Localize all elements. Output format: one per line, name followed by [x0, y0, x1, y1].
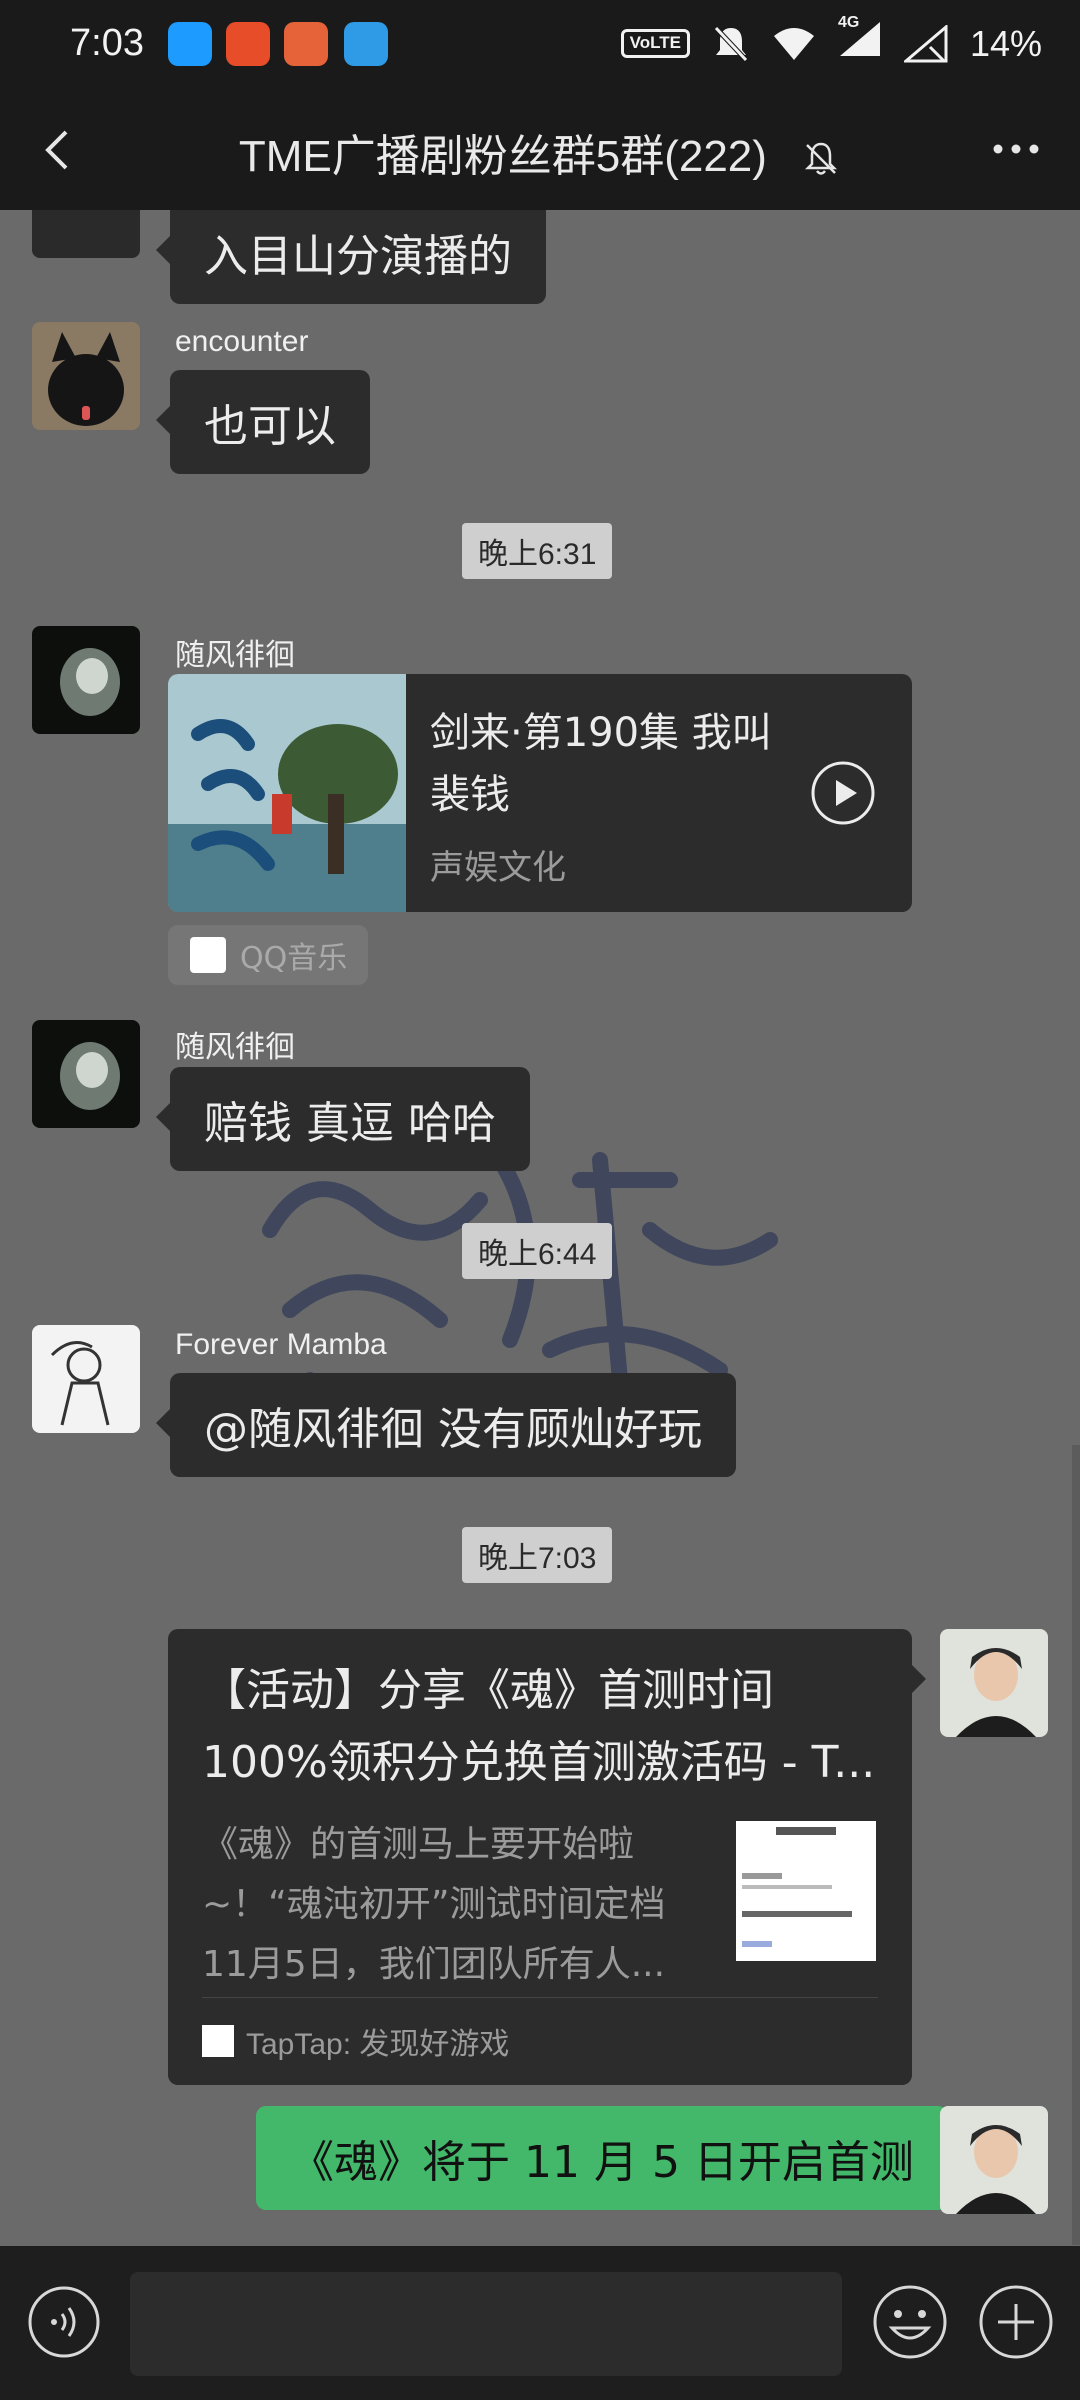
sender-name: encounter: [175, 325, 309, 358]
album-cover-image: [168, 674, 406, 912]
qq-app-icon: [168, 22, 212, 66]
qq-music-icon: [190, 937, 226, 973]
scrollbar[interactable]: [1072, 1445, 1080, 2245]
music-artist: 声娱文化: [430, 848, 566, 888]
play-icon[interactable]: [810, 760, 876, 826]
message-bubble[interactable]: 入目山分演播的: [156, 210, 546, 304]
sender-name: Forever Mamba: [175, 1328, 387, 1361]
signal-off-icon: [903, 24, 948, 62]
avatar-image: [32, 1020, 140, 1128]
avatar-suifeng[interactable]: [32, 626, 140, 734]
input-bar: [0, 2246, 1080, 2400]
emoji-icon[interactable]: [870, 2282, 950, 2362]
avatar-image: [940, 2106, 1048, 2214]
avatar-encounter-top[interactable]: [32, 210, 140, 258]
taptap-icon: [202, 2025, 234, 2057]
link-source: TapTap: 发现好游戏: [202, 2019, 509, 2063]
battery-level: 14%: [969, 22, 1042, 64]
chat-header: TME广播剧粉丝群5群(222): [0, 90, 1080, 210]
message-bubble-self[interactable]: 《魂》将于 11 月 5 日开启首测: [256, 2106, 962, 2210]
bell-off-icon: [805, 143, 838, 176]
message-input[interactable]: [130, 2272, 842, 2376]
message-text: @随风徘徊 没有顾灿好玩: [204, 1404, 702, 1455]
group-name: TME广播剧粉丝群5群(222): [238, 132, 767, 181]
message-list[interactable]: 入目山分演播的 encounter 也可以 晚上6:31 随风徘徊 剑来·第19…: [0, 210, 1080, 2246]
timestamp: 晚上6:44: [462, 1223, 613, 1279]
shared-link-card[interactable]: 【活动】分享《魂》首测时间100%领积分兑换首测激活码 - T... 《魂》的首…: [168, 1629, 926, 2085]
avatar-self[interactable]: [940, 2106, 1048, 2214]
game-app-icon: [284, 22, 328, 66]
music-title: 剑来·第190集 我叫裴钱: [430, 710, 772, 818]
avatar-forever-mamba[interactable]: [32, 1325, 140, 1433]
wifi-icon: [773, 27, 814, 60]
status-time: 7:03: [70, 22, 144, 64]
message-bubble[interactable]: @随风徘徊 没有顾灿好玩: [156, 1373, 736, 1477]
link-title: 【活动】分享《魂》首测时间100%领积分兑换首测激活码 - T...: [202, 1665, 876, 1788]
more-icon[interactable]: [986, 124, 1046, 174]
sender-name: 随风徘徊: [175, 1031, 295, 1064]
chat-title: TME广播剧粉丝群5群(222): [0, 120, 1080, 184]
network-type: 4G: [838, 14, 882, 67]
status-bar: 7:03 VoLTE 4G 14%: [0, 0, 1080, 90]
volte-badge: VoLTE: [620, 29, 690, 58]
message-bubble[interactable]: 也可以: [156, 370, 370, 474]
avatar-image: [32, 1325, 140, 1433]
avatar-self[interactable]: [940, 1629, 1048, 1737]
cat-avatar-image: [32, 322, 140, 430]
link-thumbnail-image: [736, 1821, 876, 1961]
message-text: 也可以: [204, 401, 336, 452]
message-text: 赔钱 真逗 哈哈: [204, 1098, 496, 1149]
avatar-image: [940, 1629, 1048, 1737]
timestamp: 晚上6:31: [462, 523, 613, 579]
status-indicators: VoLTE 4G 14%: [620, 14, 1042, 67]
source-label: QQ音乐: [240, 941, 348, 976]
divider: [202, 1997, 878, 1998]
link-description: 《魂》的首测马上要开始啦~！“魂沌初开”测试时间定档11月5日，我们团队所有人.…: [202, 1824, 666, 1985]
sender-name: 随风徘徊: [175, 639, 295, 672]
avatar-suifeng[interactable]: [32, 1020, 140, 1128]
voice-icon[interactable]: [26, 2284, 102, 2360]
message-bubble[interactable]: 赔钱 真逗 哈哈: [156, 1067, 530, 1171]
bell-muted-icon: [714, 25, 748, 62]
source-tag: QQ音乐: [168, 925, 368, 985]
message-text: 《魂》将于 11 月 5 日开启首测: [290, 2137, 914, 2188]
avatar-image: [32, 626, 140, 734]
browser-app-icon: [344, 22, 388, 66]
avatar-encounter[interactable]: [32, 322, 140, 430]
plus-icon[interactable]: [976, 2282, 1056, 2362]
timestamp: 晚上7:03: [462, 1527, 613, 1583]
notification-app-icon: [226, 22, 270, 66]
music-card[interactable]: 剑来·第190集 我叫裴钱 声娱文化: [168, 674, 912, 912]
message-text: 入目山分演播的: [204, 231, 512, 282]
source-label: TapTap: 发现好游戏: [246, 2028, 510, 2061]
